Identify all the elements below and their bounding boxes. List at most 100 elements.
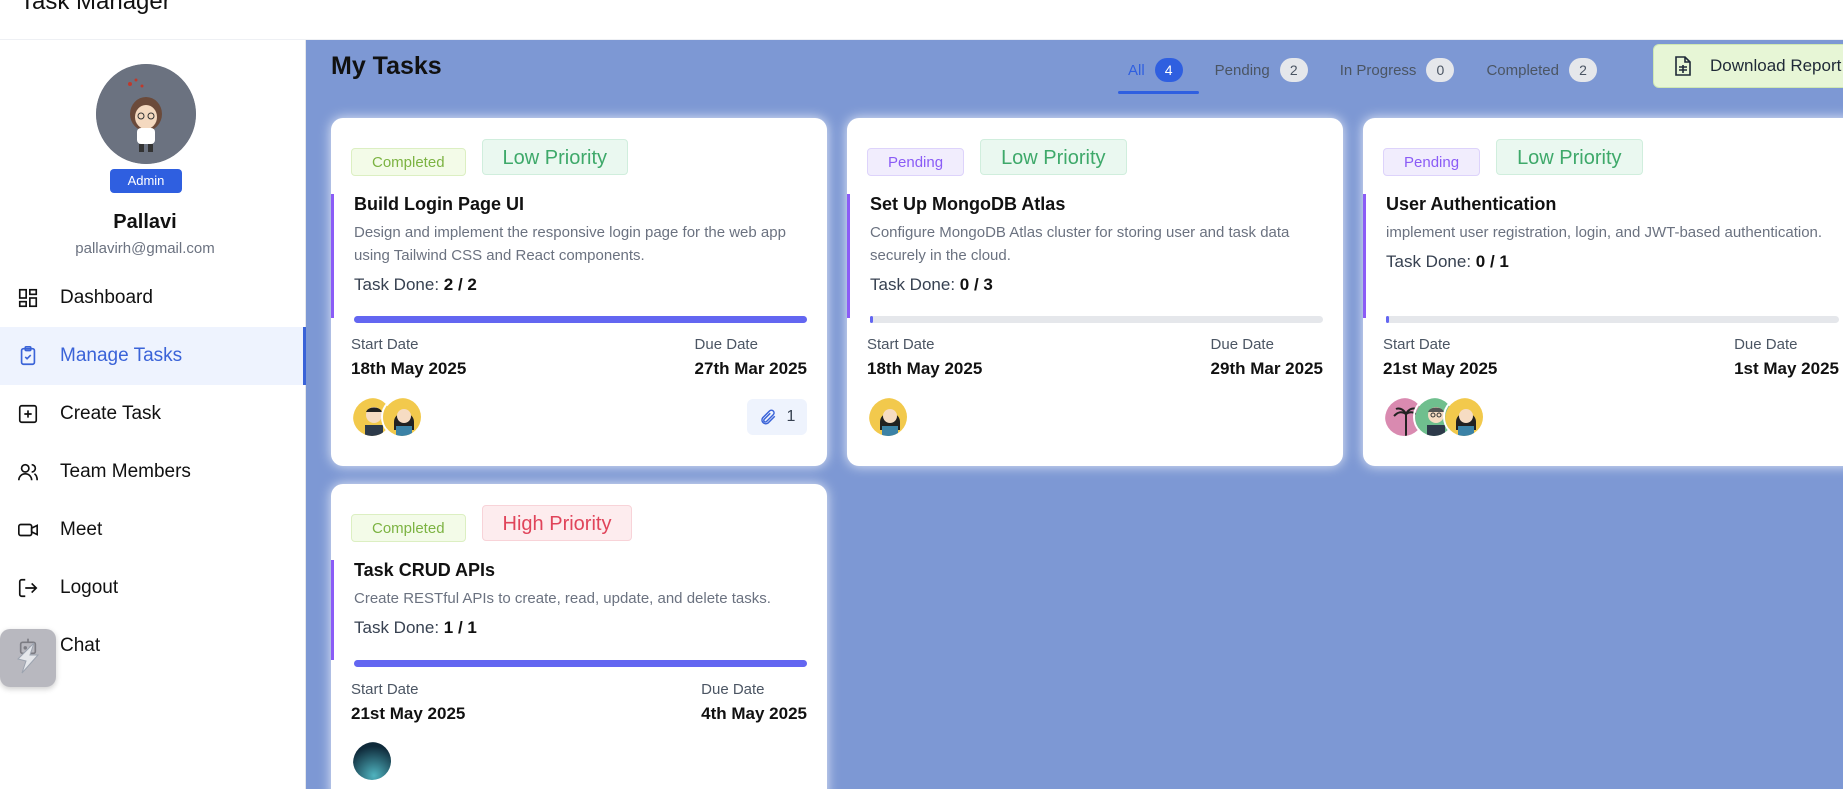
sidebar-item-label: Manage Tasks — [60, 345, 183, 366]
logout-icon — [16, 576, 40, 600]
start-date-value: 18th May 2025 — [351, 359, 467, 378]
start-date-value: 18th May 2025 — [867, 359, 983, 378]
tab-label: All — [1128, 61, 1145, 79]
task-done-label: Task Done: — [354, 618, 440, 637]
tab-completed[interactable]: Completed 2 — [1470, 52, 1613, 88]
task-card[interactable]: Completed Low Priority Build Login Page … — [331, 118, 827, 466]
status-badge: Pending — [867, 148, 965, 176]
avatar — [867, 396, 909, 438]
avatar — [381, 396, 423, 438]
sidebar-item-label: Logout — [60, 577, 119, 598]
start-date-value: 21st May 2025 — [351, 704, 466, 723]
due-date-label: Due Date — [701, 681, 765, 698]
paperclip-icon — [760, 409, 775, 425]
sidebar-item-label: Meet — [60, 519, 103, 540]
assignee-avatars — [867, 396, 909, 438]
due-date: Due Date 1st May 2025 — [1734, 336, 1839, 379]
due-date-value: 27th Mar 2025 — [694, 359, 807, 378]
progress-fill — [870, 316, 873, 323]
sidebar-item-create-task[interactable]: Create Task — [0, 385, 306, 443]
sidebar-item-team-members[interactable]: Team Members — [0, 443, 306, 501]
start-date: Start Date 18th May 2025 — [867, 336, 982, 379]
task-done-value: 2 / 2 — [443, 275, 477, 294]
progress-fill — [354, 316, 807, 323]
start-date-label: Start Date — [867, 336, 935, 353]
status-badge: Completed — [351, 514, 466, 542]
assignee-avatars — [351, 740, 393, 782]
due-date-label: Due Date — [1210, 336, 1274, 353]
due-date-value: 29th Mar 2025 — [1210, 359, 1323, 378]
page-title: My Tasks — [331, 52, 442, 80]
progress-bar — [354, 660, 807, 667]
task-description: implement user registration, login, and … — [1386, 224, 1823, 241]
sidebar-item-manage-tasks[interactable]: Manage Tasks — [0, 327, 306, 385]
task-done-value: 0 / 3 — [959, 275, 993, 294]
start-date: Start Date 18th May 2025 — [351, 336, 466, 379]
assignee-avatars — [351, 396, 423, 438]
sidebar-item-label: Dashboard — [60, 287, 153, 308]
tab-in-progress[interactable]: In Progress 0 — [1324, 52, 1471, 88]
progress-bar — [1386, 316, 1839, 323]
sidebar-item-label: Create Task — [60, 403, 162, 424]
progress-bar — [870, 316, 1323, 323]
task-done-label: Task Done: — [354, 275, 440, 294]
task-card[interactable]: Completed High Priority Task CRUD APIs C… — [331, 484, 827, 789]
due-date-label: Due Date — [1734, 336, 1798, 353]
task-done: Task Done: 0 / 1 — [1386, 252, 1843, 272]
task-title: User Authentication — [1386, 194, 1557, 214]
sidebar-item-logout[interactable]: Logout — [0, 559, 306, 617]
task-done-label: Task Done: — [870, 275, 956, 294]
task-description: Configure MongoDB Atlas cluster for stor… — [870, 224, 1290, 264]
main-content: My Tasks All 4 Pending 2 In Progress 0 C… — [306, 40, 1843, 789]
tab-label: In Progress — [1339, 61, 1417, 79]
top-bar: Task Manager — [0, 0, 1843, 40]
attachment-count-value: 1 — [786, 408, 796, 425]
progress-bar — [354, 316, 807, 323]
tab-label: Completed — [1486, 61, 1559, 79]
progress-fill — [354, 660, 807, 667]
download-report-label: Download Report — [1710, 56, 1842, 75]
app-title: Task Manager — [20, 0, 171, 15]
task-description: Create RESTful APIs to create, read, upd… — [354, 590, 771, 607]
role-badge: Admin — [110, 169, 182, 193]
status-badge: Pending — [1383, 148, 1481, 176]
task-card[interactable]: Pending Low Priority User Authentication… — [1363, 118, 1843, 466]
avatar[interactable] — [96, 64, 196, 164]
due-date: Due Date 4th May 2025 — [701, 681, 807, 724]
task-description: Design and implement the responsive logi… — [354, 224, 786, 264]
avatar — [1443, 396, 1485, 438]
start-date-label: Start Date — [1383, 336, 1451, 353]
tab-pending[interactable]: Pending 2 — [1199, 52, 1324, 88]
due-date-value: 1st May 2025 — [1734, 359, 1839, 378]
priority-badge: Low Priority — [980, 139, 1127, 175]
users-icon — [16, 460, 40, 484]
start-date-value: 21st May 2025 — [1383, 359, 1498, 378]
download-report-button[interactable]: Download Report — [1653, 44, 1843, 88]
priority-badge: Low Priority — [1496, 139, 1643, 175]
due-date-label: Due Date — [694, 336, 758, 353]
task-card[interactable]: Pending Low Priority Set Up MongoDB Atla… — [847, 118, 1343, 466]
start-date-label: Start Date — [351, 681, 419, 698]
clipboard-check-icon — [16, 344, 40, 368]
task-done-value: 0 / 1 — [1475, 252, 1509, 271]
tab-all[interactable]: All 4 — [1112, 52, 1199, 94]
video-icon — [16, 518, 40, 542]
priority-badge: Low Priority — [481, 139, 629, 175]
sidebar-item-label: Team Members — [60, 461, 191, 482]
assignee-avatars — [1383, 396, 1485, 438]
user-email: pallavirh@gmail.com — [75, 240, 215, 257]
user-name: Pallavi — [113, 211, 177, 233]
floating-widget-button[interactable] — [0, 629, 56, 687]
task-done: Task Done: 2 / 2 — [354, 275, 827, 295]
dashboard-icon — [16, 286, 40, 310]
due-date-value: 4th May 2025 — [701, 704, 807, 723]
attachment-count[interactable]: 1 — [747, 399, 807, 435]
avatar — [351, 740, 393, 782]
task-done: Task Done: 0 / 3 — [870, 275, 1343, 295]
due-date: Due Date 27th Mar 2025 — [695, 336, 807, 379]
sidebar-item-meet[interactable]: Meet — [0, 501, 306, 559]
sidebar-item-dashboard[interactable]: Dashboard — [0, 269, 306, 327]
task-title: Set Up MongoDB Atlas — [870, 194, 1066, 214]
task-done-value: 1 / 1 — [443, 618, 477, 637]
tab-count: 2 — [1279, 58, 1308, 82]
